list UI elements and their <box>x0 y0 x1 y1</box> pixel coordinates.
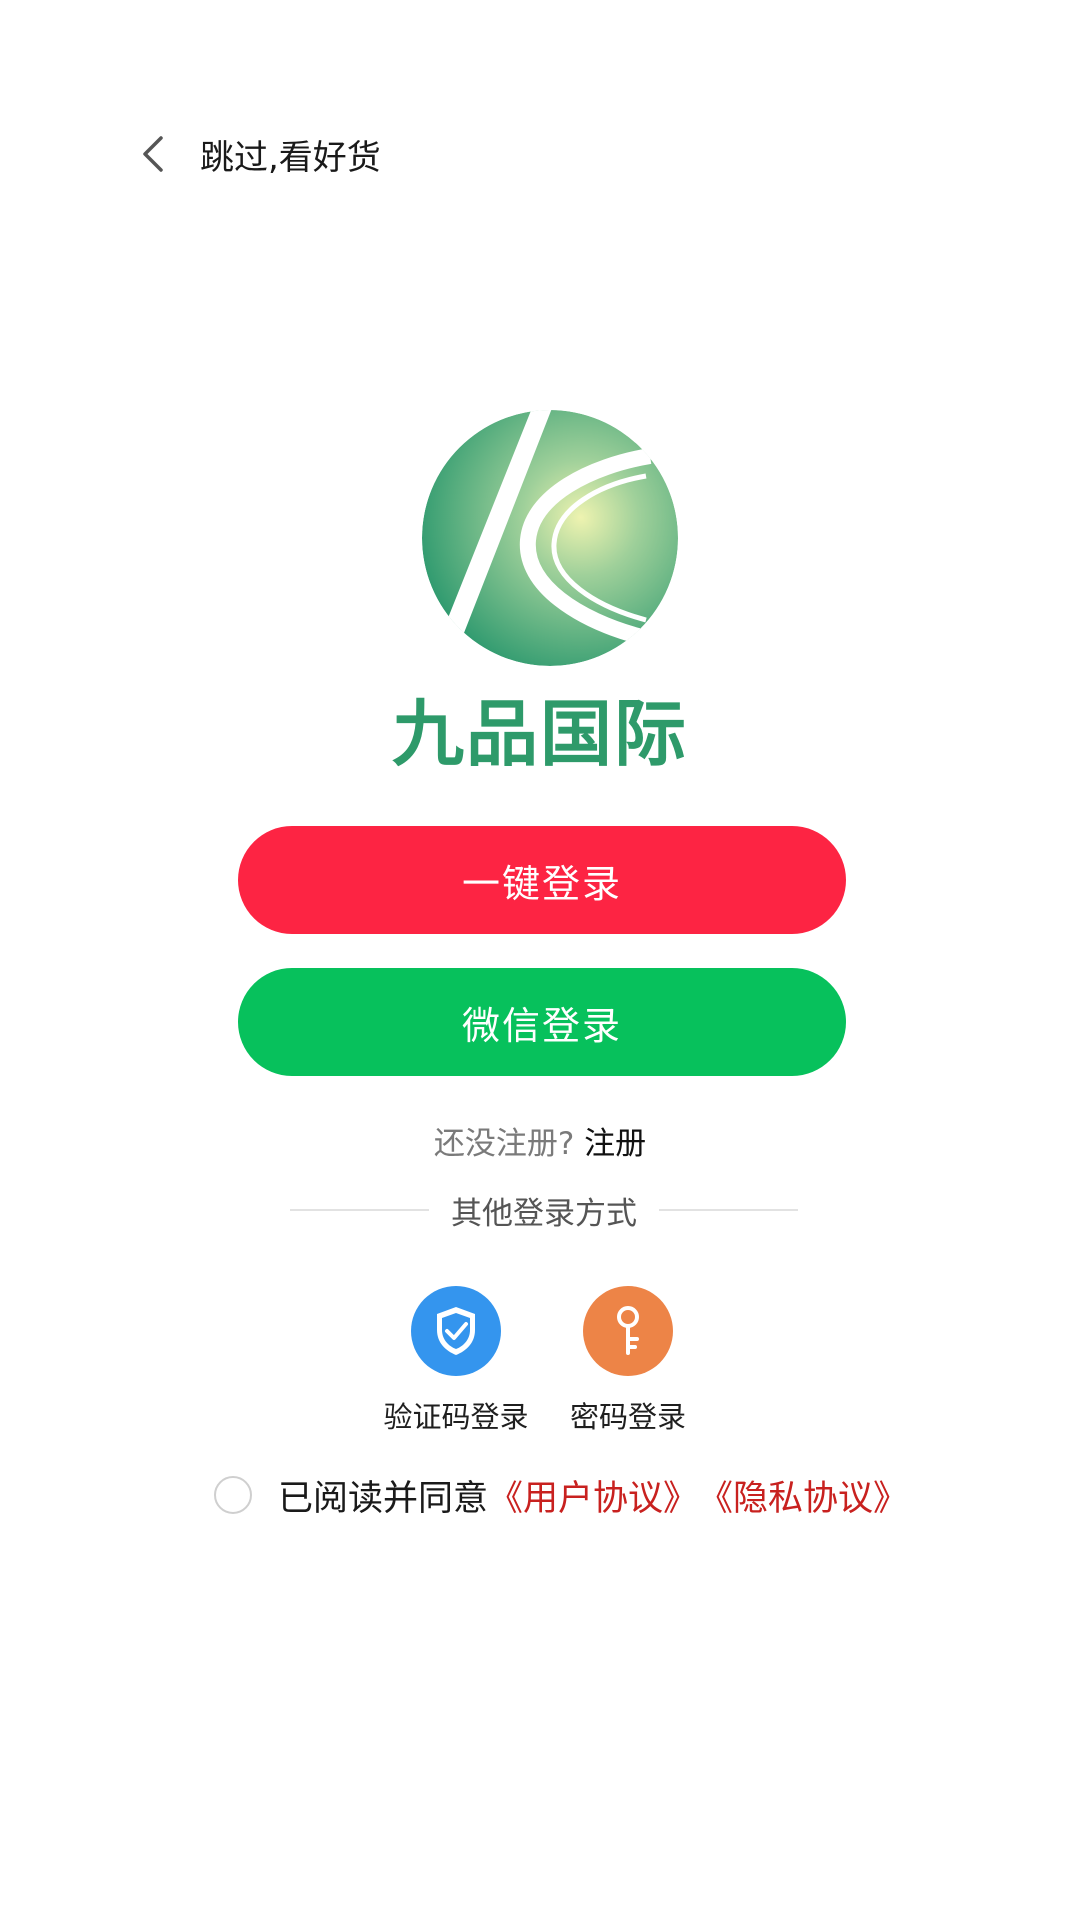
one-key-login-label: 一键登录 <box>461 861 622 906</box>
shield-check-icon <box>411 1286 501 1376</box>
sms-code-login-button[interactable]: 验证码登录 <box>366 1286 546 1436</box>
chevron-left-icon[interactable] <box>130 132 174 176</box>
sms-code-login-label: 验证码登录 <box>383 1400 529 1434</box>
top-bar: 跳过,看好货 <box>130 118 381 190</box>
divider-line-right <box>659 1209 798 1211</box>
login-page: 跳过,看好货 九品国际 一键登录 微信登录 还没注册? 注册 其他登录方式 验证… <box>0 0 1080 1920</box>
agreement-row: 已阅读并同意 《用户协议》 《隐私协议》 <box>214 1468 908 1522</box>
wechat-login-label: 微信登录 <box>461 1003 622 1048</box>
brand-name: 九品国际 <box>391 692 688 776</box>
key-icon <box>583 1286 673 1376</box>
other-login-title: 其他登录方式 <box>451 1195 637 1232</box>
privacy-agreement-link[interactable]: 《隐私协议》 <box>698 1470 908 1521</box>
agreement-prefix: 已阅读并同意 <box>278 1478 489 1519</box>
password-login-label: 密码登录 <box>569 1400 686 1434</box>
agreement-checkbox[interactable] <box>214 1476 252 1514</box>
divider-line-left <box>290 1209 429 1211</box>
one-key-login-button[interactable]: 一键登录 <box>238 826 846 934</box>
other-login-divider: 其他登录方式 <box>290 1186 798 1234</box>
skip-link[interactable]: 跳过,看好货 <box>200 130 381 179</box>
register-link[interactable]: 注册 <box>584 1126 646 1162</box>
user-agreement-link[interactable]: 《用户协议》 <box>488 1470 698 1521</box>
register-question: 还没注册? <box>433 1126 575 1162</box>
password-login-button[interactable]: 密码登录 <box>538 1286 718 1436</box>
register-prompt: 还没注册? 注册 <box>0 1118 1080 1163</box>
brand-logo-icon <box>410 398 690 678</box>
wechat-login-button[interactable]: 微信登录 <box>238 968 846 1076</box>
